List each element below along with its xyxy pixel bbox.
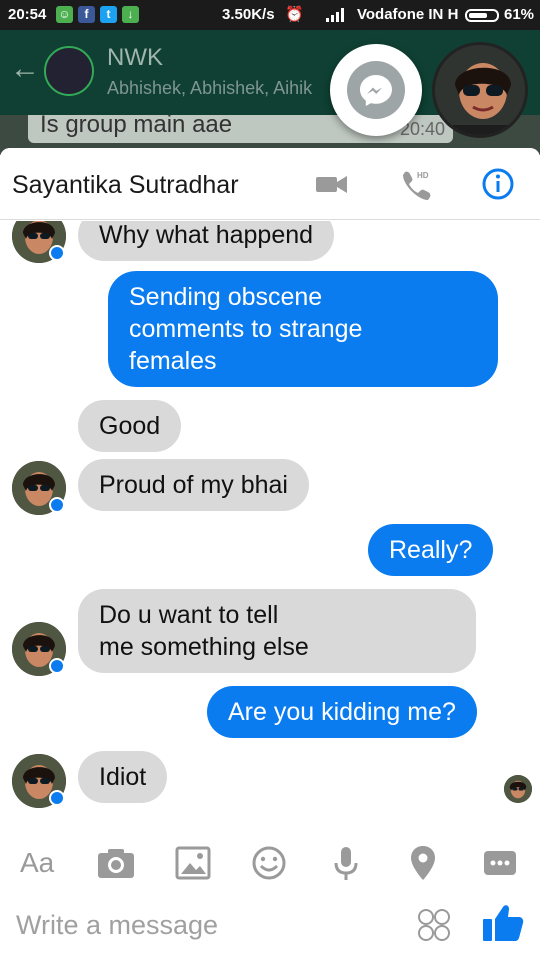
carrier-name: Vodafone IN H — [357, 6, 459, 23]
notification-app-icon: ☺ — [56, 6, 73, 23]
battery-percent: 61% — [504, 6, 535, 23]
microphone-icon[interactable] — [326, 843, 366, 883]
twitter-icon: t — [100, 6, 117, 23]
back-arrow-icon[interactable]: ← — [10, 52, 40, 86]
location-icon[interactable] — [403, 843, 443, 883]
group-members: Abhishek, Abhishek, Aihik — [107, 78, 313, 98]
status-bar: 20:54 ☺ f t ↓ 3.50K/s ⏰ Vodafone IN H 61… — [0, 0, 540, 30]
messenger-badge-icon — [49, 245, 65, 261]
user-chat-head[interactable] — [432, 42, 528, 138]
more-icon[interactable] — [480, 843, 520, 883]
info-icon[interactable] — [480, 166, 516, 202]
thumbs-up-icon[interactable] — [480, 899, 526, 945]
signal-icon — [326, 8, 344, 22]
notification-icons: ☺ f t ↓ — [56, 6, 139, 23]
messenger-badge-icon — [49, 790, 65, 806]
image-icon[interactable] — [173, 843, 213, 883]
message-incoming[interactable]: Why what happend — [78, 221, 335, 261]
group-avatar[interactable] — [44, 46, 94, 96]
messenger-icon — [347, 61, 405, 119]
message-incoming[interactable]: Idiot — [78, 751, 168, 803]
battery-icon — [465, 9, 499, 22]
text-format-button[interactable]: Aa — [20, 843, 60, 883]
emoji-icon[interactable] — [249, 843, 289, 883]
hd-voice-call-icon[interactable]: HD — [397, 166, 433, 202]
download-icon: ↓ — [122, 6, 139, 23]
background-message-text: Is group main aae — [40, 111, 233, 138]
message-outgoing[interactable]: Are you kidding me? — [207, 686, 477, 738]
composer-toolbar: Aa — [0, 833, 540, 893]
message-thread[interactable]: Why what happend Sending obscene comment… — [0, 221, 540, 833]
message-input-row — [0, 893, 540, 960]
status-time: 20:54 — [8, 6, 47, 23]
conversation-header: Sayantika Sutradhar HD — [0, 148, 540, 220]
alarm-icon: ⏰ — [285, 6, 304, 23]
message-incoming[interactable]: Do u want to tell me something else — [78, 589, 476, 673]
svg-text:HD: HD — [417, 171, 429, 180]
message-incoming[interactable]: Proud of my bhai — [78, 459, 309, 511]
chat-panel: Sayantika Sutradhar HD Why what happend … — [0, 148, 540, 960]
message-input[interactable] — [16, 905, 396, 945]
seen-indicator-avatar — [504, 775, 532, 803]
messenger-badge-icon — [49, 497, 65, 513]
facebook-icon: f — [78, 6, 95, 23]
message-outgoing[interactable]: Really? — [368, 524, 494, 576]
contact-name[interactable]: Sayantika Sutradhar — [12, 171, 239, 200]
sticker-icon[interactable] — [414, 905, 454, 945]
message-outgoing[interactable]: Sending obscene comments to strange fema… — [108, 271, 498, 387]
network-speed: 3.50K/s — [222, 6, 275, 23]
messenger-badge-icon — [49, 658, 65, 674]
messenger-chat-head[interactable] — [330, 44, 422, 136]
camera-icon[interactable] — [96, 843, 136, 883]
message-incoming[interactable]: Good — [78, 400, 182, 452]
group-title[interactable]: NWK — [107, 44, 163, 72]
video-call-icon[interactable] — [314, 166, 350, 202]
